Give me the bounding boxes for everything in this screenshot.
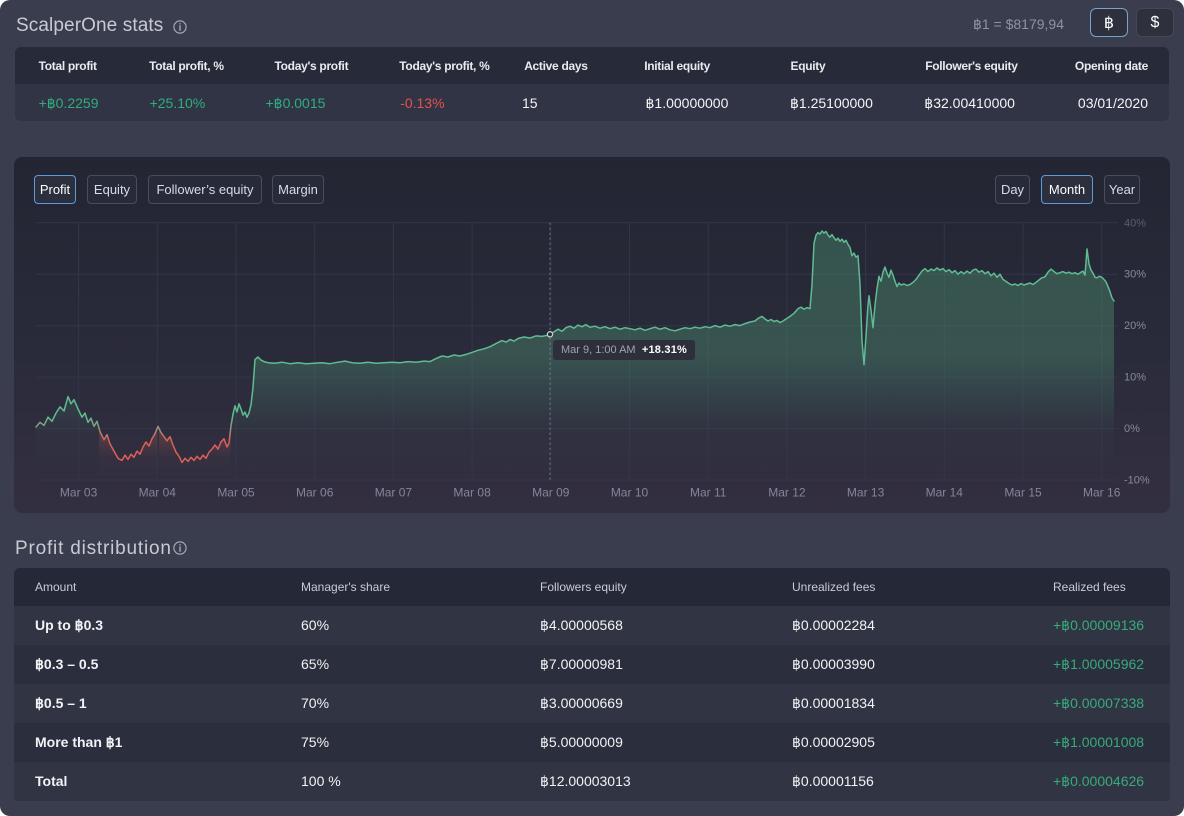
svg-text:Mar 07: Mar 07 <box>375 486 413 500</box>
svg-text:Mar 16: Mar 16 <box>1083 486 1121 500</box>
svg-text:Mar 12: Mar 12 <box>768 486 806 500</box>
svg-text:i: i <box>179 23 182 34</box>
svg-text:Mar 03: Mar 03 <box>60 486 98 500</box>
svg-text:i: i <box>179 544 182 555</box>
svg-text:Mar 05: Mar 05 <box>217 486 255 500</box>
svg-text:Mar 11: Mar 11 <box>690 486 727 500</box>
svg-text:Mar 06: Mar 06 <box>296 486 334 500</box>
svg-text:Mar 04: Mar 04 <box>139 486 177 500</box>
svg-text:Mar 09: Mar 09 <box>532 486 570 500</box>
svg-text:-10%: -10% <box>1124 475 1150 487</box>
svg-text:30%: 30% <box>1124 269 1146 281</box>
svg-text:Mar 15: Mar 15 <box>1004 486 1042 500</box>
svg-text:Mar 10: Mar 10 <box>611 486 649 500</box>
svg-text:0%: 0% <box>1124 423 1140 435</box>
svg-text:10%: 10% <box>1124 372 1146 384</box>
svg-text:40%: 40% <box>1124 217 1146 229</box>
svg-text:Mar 13: Mar 13 <box>847 486 885 500</box>
svg-text:Mar 08: Mar 08 <box>453 486 491 500</box>
svg-text:Mar 14: Mar 14 <box>926 486 964 500</box>
svg-text:20%: 20% <box>1124 320 1146 332</box>
